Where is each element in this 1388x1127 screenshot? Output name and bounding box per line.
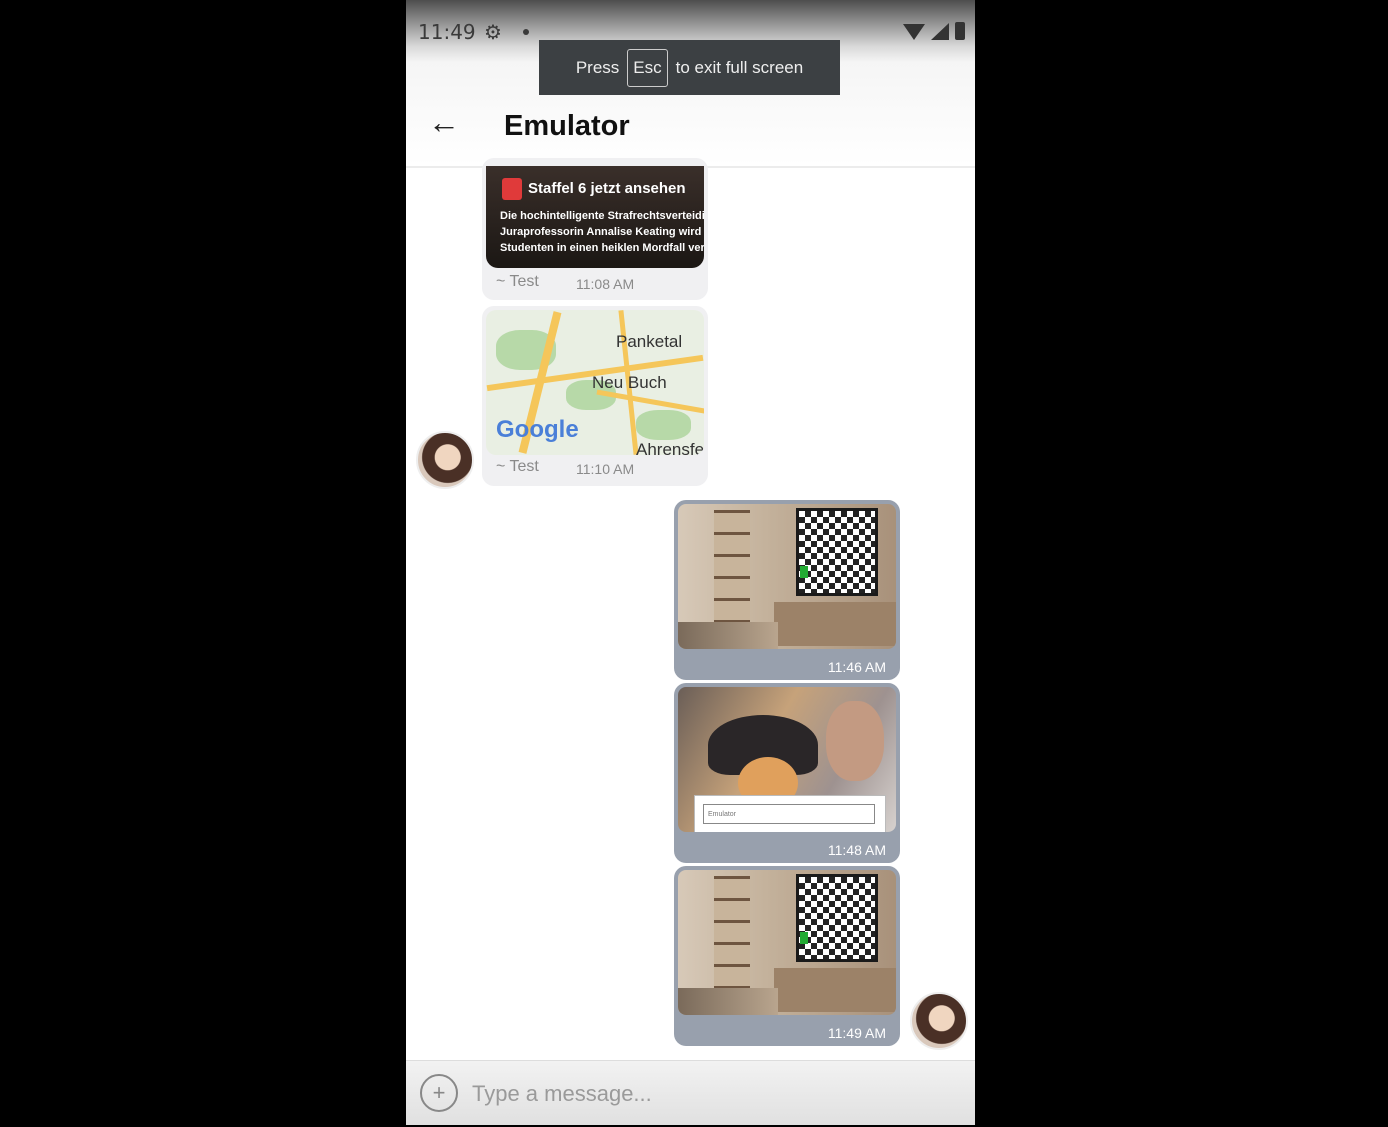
message-time: 11:48 AM bbox=[827, 842, 886, 858]
message-time: 11:08 AM bbox=[576, 276, 635, 292]
plus-circle-icon[interactable]: + bbox=[420, 1074, 458, 1112]
green-marker bbox=[800, 932, 808, 944]
gear-icon: ⚙ bbox=[484, 22, 502, 44]
green-marker bbox=[800, 566, 808, 578]
esc-key: Esc bbox=[627, 48, 668, 87]
floor bbox=[678, 622, 778, 649]
map-label: Ahrensfe bbox=[636, 440, 704, 455]
received-link-preview-message[interactable]: Staffel 6 jetzt ansehen Die hochintellig… bbox=[482, 158, 708, 300]
contact-avatar[interactable] bbox=[416, 431, 474, 489]
caption-field: Emulator bbox=[703, 804, 875, 824]
preview-line: Studenten in einen heiklen Mordfall ver bbox=[500, 242, 704, 254]
google-logo: Google bbox=[496, 416, 579, 443]
sent-image-message[interactable]: 11:46 AM bbox=[674, 500, 900, 680]
chat-title: Emulator bbox=[504, 110, 630, 142]
message-time: 11:10 AM bbox=[576, 461, 635, 477]
fullscreen-toast: Press Esc to exit full screen bbox=[539, 40, 840, 95]
own-avatar[interactable] bbox=[910, 992, 968, 1050]
message-time: 11:49 AM bbox=[827, 1025, 886, 1041]
sender-name: ~ Test bbox=[496, 458, 539, 475]
preview-line: Die hochintelligente Strafrechtsverteidi bbox=[500, 210, 704, 222]
map-label: Neu Buch bbox=[592, 373, 667, 392]
couple-photo[interactable]: Emulator bbox=[678, 687, 896, 832]
preview-line: Juraprofessorin Annalise Keating wird n bbox=[500, 226, 704, 238]
link-preview-image[interactable]: Staffel 6 jetzt ansehen Die hochintellig… bbox=[486, 166, 704, 268]
status-time: 11:49 bbox=[418, 20, 476, 44]
preview-title: Staffel 6 jetzt ansehen bbox=[528, 180, 686, 197]
netflix-logo-icon bbox=[502, 178, 522, 200]
floor bbox=[678, 988, 778, 1015]
message-time: 11:46 AM bbox=[827, 659, 886, 675]
caption-box: Emulator bbox=[694, 795, 886, 832]
message-composer: + bbox=[406, 1060, 975, 1125]
map-park bbox=[636, 410, 691, 440]
room-photo[interactable] bbox=[678, 504, 896, 649]
toast-prefix: Press bbox=[575, 57, 620, 77]
map-label: Panketal bbox=[616, 332, 683, 351]
room-photo[interactable] bbox=[678, 870, 896, 1015]
status-icons bbox=[903, 22, 965, 40]
tv-cabinet bbox=[774, 968, 896, 1012]
sender-name: ~ Test bbox=[496, 273, 539, 290]
message-input[interactable] bbox=[470, 1075, 954, 1113]
signal-icon bbox=[931, 23, 949, 40]
wifi-icon bbox=[903, 24, 925, 40]
arrow-left-icon[interactable]: ← bbox=[428, 106, 460, 138]
message-list[interactable]: Staffel 6 jetzt ansehen Die hochintellig… bbox=[406, 158, 975, 1058]
tv-cabinet bbox=[774, 602, 896, 646]
tv-screen bbox=[796, 874, 878, 962]
sent-image-message[interactable]: Emulator 11:48 AM bbox=[674, 683, 900, 863]
battery-icon bbox=[955, 22, 965, 40]
face bbox=[826, 701, 884, 781]
map-thumbnail[interactable]: Panketal Neu Buch Ahrensfe Google bbox=[486, 310, 704, 455]
sent-image-message[interactable]: 11:49 AM bbox=[674, 866, 900, 1046]
tv-screen bbox=[796, 508, 878, 596]
phone-screen: 11:49 ⚙ ← Emulator Staffel 6 jetzt anseh… bbox=[406, 0, 975, 1125]
received-location-message[interactable]: Panketal Neu Buch Ahrensfe Google ~ Test… bbox=[482, 306, 708, 486]
toast-suffix: to exit full screen bbox=[675, 57, 804, 77]
notification-dot-icon bbox=[523, 29, 529, 35]
